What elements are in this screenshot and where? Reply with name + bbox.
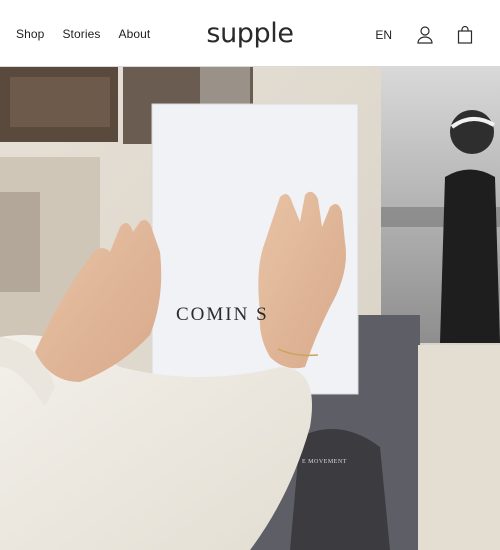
site-header: Shop Stories About supple EN — [0, 0, 500, 67]
shopping-bag-icon[interactable] — [454, 24, 476, 46]
hero-image-link[interactable]: COMIN S E MOVEMENT — [0, 67, 500, 550]
language-selector[interactable]: EN — [375, 28, 392, 42]
user-icon[interactable] — [414, 24, 436, 46]
print-text: E MOVEMENT — [302, 459, 347, 465]
paper-text: COMIN S — [176, 304, 269, 325]
header-actions: EN — [375, 24, 476, 46]
hero-banner: COMIN S E MOVEMENT — [0, 67, 500, 550]
